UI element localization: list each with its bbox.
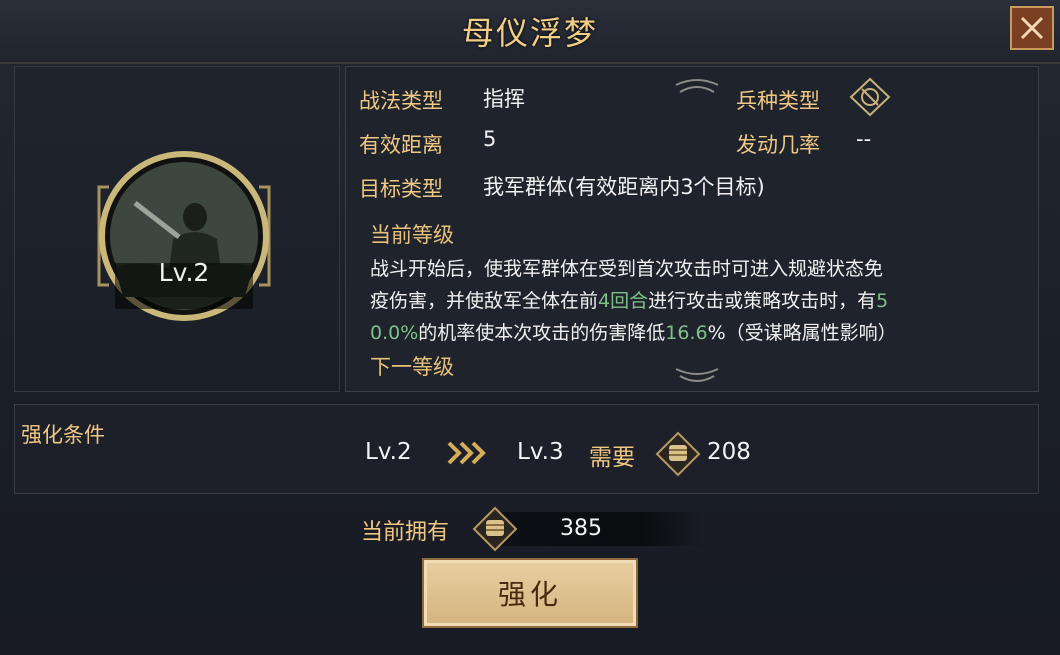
dialog-frame: 母仪浮梦 Lv.2 战法类型 指挥 兵种类型 有效距离 5 发动几率 -- 目标… — [0, 0, 1060, 655]
tactic-type-label: 战法类型 — [359, 89, 443, 113]
trigger-rate-value: -- — [856, 127, 872, 151]
arrow-right-icon — [447, 441, 486, 465]
title-bar: 母仪浮梦 — [0, 0, 1060, 64]
need-label: 需要 — [589, 445, 635, 471]
fist-currency-icon — [472, 506, 518, 552]
scroll-down-icon[interactable] — [674, 365, 720, 387]
range-value: 5 — [483, 127, 497, 151]
need-amount: 208 — [707, 439, 751, 465]
desc-text: %（受谋略属性影响） — [707, 322, 897, 344]
portrait-level: Lv.2 — [158, 258, 210, 287]
desc-highlight: 4回合 — [598, 290, 649, 312]
desc-text: 疫伤害，并使敌军全体在前 — [370, 290, 599, 312]
target-value: 我军群体(有效距离内3个目标) — [483, 175, 765, 199]
upgrade-condition-panel: 强化条件 Lv.2 Lv.3 需要 208 — [14, 404, 1039, 494]
close-icon — [1020, 16, 1044, 40]
unit-type-icon[interactable] — [849, 77, 891, 117]
range-label: 有效距离 — [359, 133, 443, 157]
info-panel: 战法类型 指挥 兵种类型 有效距离 5 发动几率 -- 目标类型 我军群体(有效… — [345, 66, 1039, 392]
desc-line: 战斗开始后，使我军群体在受到首次攻击时可进入规避状态免 — [370, 258, 884, 280]
dialog-title: 母仪浮梦 — [461, 14, 598, 52]
upgrade-button[interactable]: 强化 — [422, 558, 638, 628]
desc-highlight: 5 — [876, 290, 889, 312]
condition-label: 强化条件 — [21, 423, 105, 447]
owned-amount: 385 — [560, 516, 602, 541]
desc-text: 的机率使本次攻击的伤害降低 — [418, 322, 666, 344]
target-label: 目标类型 — [359, 177, 443, 201]
tactic-type-value: 指挥 — [483, 87, 525, 111]
portrait-panel: Lv.2 — [14, 66, 340, 392]
close-button[interactable] — [1010, 6, 1054, 50]
unit-type-label: 兵种类型 — [736, 89, 820, 113]
trigger-rate-label: 发动几率 — [736, 133, 820, 157]
description-scroll-area[interactable]: 当前等级 战斗开始后，使我军群体在受到首次攻击时可进入规避状态免 疫伤害，并使敌… — [370, 219, 1020, 389]
fist-currency-icon — [655, 431, 701, 477]
scroll-up-icon[interactable] — [674, 73, 720, 95]
desc-highlight: 16.6 — [665, 322, 708, 344]
current-level-description: 战斗开始后，使我军群体在受到首次攻击时可进入规避状态免 疫伤害，并使敌军全体在前… — [370, 253, 1020, 349]
tactic-portrait: Lv.2 — [95, 147, 273, 325]
to-level: Lv.3 — [517, 439, 564, 465]
desc-highlight: 0.0% — [370, 322, 419, 344]
current-level-heading: 当前等级 — [370, 223, 454, 247]
from-level: Lv.2 — [365, 439, 412, 465]
owned-label: 当前拥有 — [361, 520, 450, 545]
desc-text: 进行攻击或策略攻击时，有 — [648, 290, 877, 312]
